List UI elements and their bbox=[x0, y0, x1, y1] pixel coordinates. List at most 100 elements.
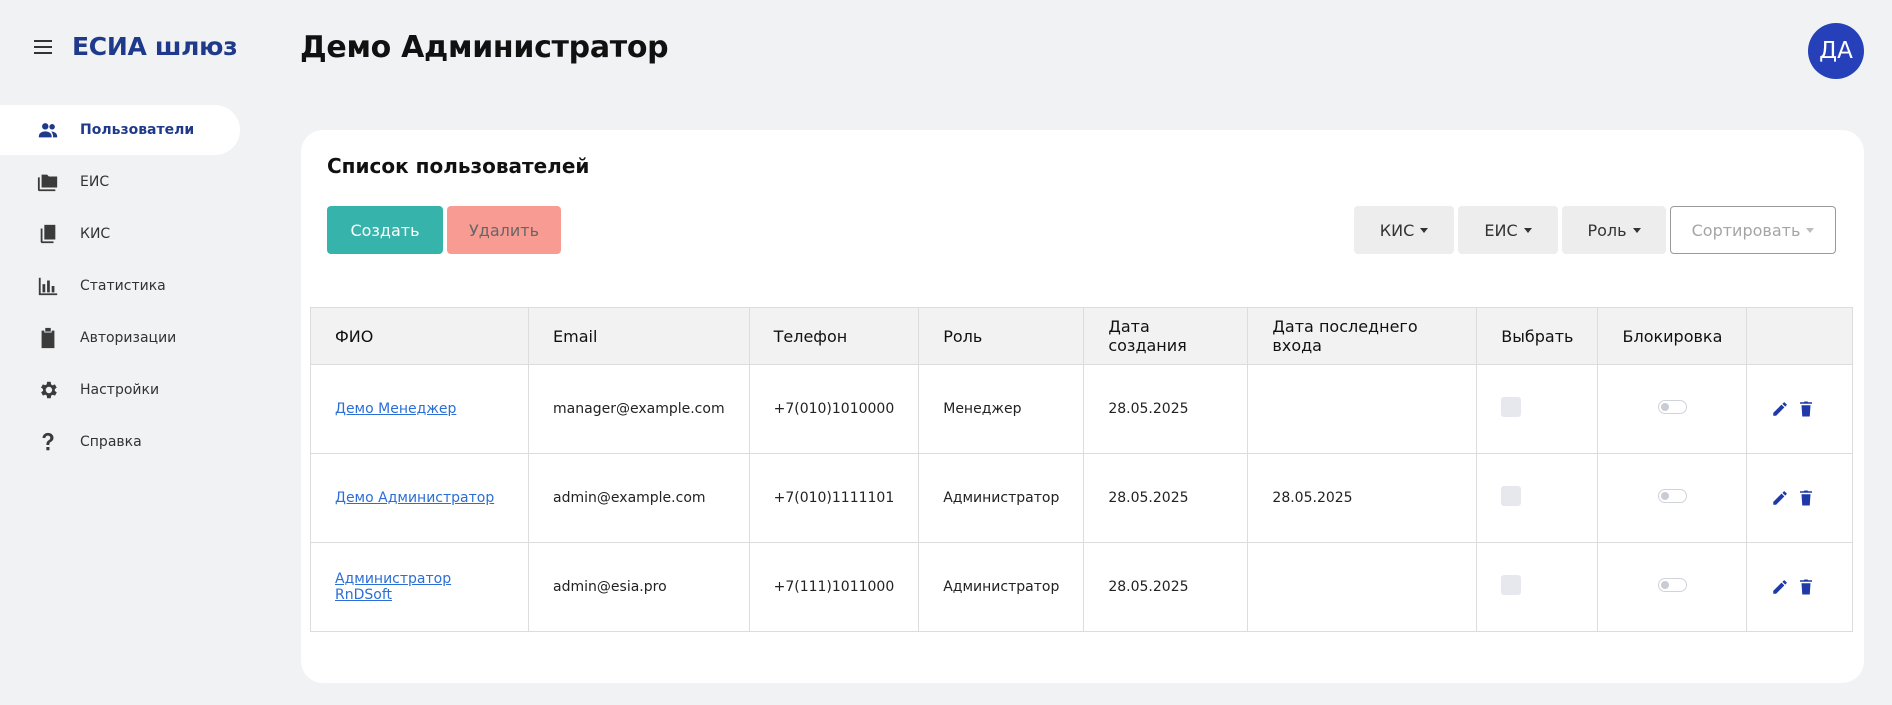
card-title: Список пользователей bbox=[327, 154, 590, 178]
sidebar-nav: Пользователи ЕИС КИС Статистика Авториза… bbox=[0, 105, 240, 469]
cell-block bbox=[1597, 364, 1748, 454]
sidebar-item-authorizations[interactable]: Авторизации bbox=[0, 313, 240, 363]
eis-filter-label: ЕИС bbox=[1484, 220, 1518, 240]
trash-icon[interactable] bbox=[1797, 578, 1815, 596]
column-header-email[interactable]: Email bbox=[528, 307, 750, 365]
sidebar-item-kis[interactable]: КИС bbox=[0, 209, 240, 259]
user-name-link[interactable]: Администратор RnDSoft bbox=[335, 571, 451, 603]
sidebar: ЕСИА шлюз Пользователи ЕИС КИС Статистик… bbox=[0, 0, 250, 705]
copy-icon bbox=[36, 222, 60, 246]
role-filter-dropdown[interactable]: Роль bbox=[1562, 206, 1666, 254]
select-checkbox[interactable] bbox=[1501, 486, 1522, 506]
column-header-phone[interactable]: Телефон bbox=[748, 307, 920, 365]
column-header-block: Блокировка bbox=[1597, 307, 1748, 365]
app-title: ЕСИА шлюз bbox=[72, 32, 238, 61]
column-header-role[interactable]: Роль bbox=[918, 307, 1085, 365]
sidebar-item-label: Настройки bbox=[80, 382, 160, 398]
cell-select bbox=[1476, 364, 1599, 454]
trash-icon[interactable] bbox=[1797, 489, 1815, 507]
kis-filter-dropdown[interactable]: КИС bbox=[1354, 206, 1454, 254]
edit-icon[interactable] bbox=[1771, 489, 1789, 507]
create-button[interactable]: Создать bbox=[327, 206, 443, 254]
column-header-name[interactable]: ФИО bbox=[309, 307, 530, 365]
cell-actions bbox=[1746, 453, 1853, 543]
column-header-actions bbox=[1746, 307, 1853, 365]
block-toggle[interactable] bbox=[1657, 578, 1687, 592]
column-header-created[interactable]: Дата создания bbox=[1083, 307, 1249, 365]
sidebar-item-label: Статистика bbox=[80, 278, 166, 294]
user-name-link[interactable]: Демо Администратор bbox=[335, 490, 494, 506]
sort-label: Сортировать bbox=[1691, 220, 1801, 240]
sidebar-item-label: Справка bbox=[80, 434, 142, 450]
cell-created: 28.05.2025 bbox=[1083, 542, 1249, 632]
cell-phone: +7(010)1111101 bbox=[748, 453, 920, 543]
question-icon bbox=[36, 430, 60, 454]
edit-icon[interactable] bbox=[1771, 400, 1789, 418]
cell-select bbox=[1476, 453, 1599, 543]
users-table: ФИО Email Телефон Роль Дата создания Дат… bbox=[309, 307, 1853, 632]
sidebar-item-statistics[interactable]: Статистика bbox=[0, 261, 240, 311]
select-checkbox[interactable] bbox=[1501, 575, 1522, 595]
chevron-down-icon bbox=[1806, 227, 1815, 233]
cell-email: manager@example.com bbox=[528, 364, 750, 454]
users-card: Список пользователей Создать Удалить КИС… bbox=[301, 130, 1864, 683]
cell-name: Администратор RnDSoft bbox=[309, 542, 530, 632]
select-checkbox[interactable] bbox=[1501, 397, 1522, 417]
user-name-link[interactable]: Демо Менеджер bbox=[335, 401, 456, 417]
cell-created: 28.05.2025 bbox=[1083, 453, 1249, 543]
kis-filter-label: КИС bbox=[1379, 220, 1415, 240]
trash-icon[interactable] bbox=[1797, 400, 1815, 418]
table-row: Администратор RnDSoft admin@esia.pro +7(… bbox=[309, 542, 1853, 632]
cell-phone: +7(010)1010000 bbox=[748, 364, 920, 454]
cell-email: admin@example.com bbox=[528, 453, 750, 543]
bar-chart-icon bbox=[36, 274, 60, 298]
badge-icon bbox=[36, 326, 60, 350]
cell-block bbox=[1597, 542, 1748, 632]
folders-icon bbox=[36, 170, 60, 194]
cell-phone: +7(111)1011000 bbox=[748, 542, 920, 632]
cell-role: Администратор bbox=[918, 453, 1085, 543]
table-row: Демо Менеджер manager@example.com +7(010… bbox=[309, 364, 1853, 454]
eis-filter-dropdown[interactable]: ЕИС bbox=[1458, 206, 1558, 254]
cell-created: 28.05.2025 bbox=[1083, 364, 1249, 454]
cell-actions bbox=[1746, 542, 1853, 632]
block-toggle[interactable] bbox=[1657, 489, 1687, 503]
chevron-down-icon bbox=[1632, 227, 1641, 233]
table-header-row: ФИО Email Телефон Роль Дата создания Дат… bbox=[309, 307, 1853, 365]
chevron-down-icon bbox=[1420, 227, 1429, 233]
edit-icon[interactable] bbox=[1771, 578, 1789, 596]
sidebar-item-eis[interactable]: ЕИС bbox=[0, 157, 240, 207]
sidebar-item-label: Авторизации bbox=[80, 330, 177, 346]
cell-actions bbox=[1746, 364, 1853, 454]
sort-dropdown[interactable]: Сортировать bbox=[1670, 206, 1836, 254]
sidebar-item-label: ЕИС bbox=[80, 174, 110, 190]
cell-last-login: 28.05.2025 bbox=[1247, 453, 1478, 543]
sidebar-item-users[interactable]: Пользователи bbox=[0, 105, 240, 155]
sidebar-item-label: Пользователи bbox=[80, 122, 195, 138]
table-row: Демо Администратор admin@example.com +7(… bbox=[309, 453, 1853, 543]
cell-role: Менеджер bbox=[918, 364, 1085, 454]
cell-last-login bbox=[1247, 542, 1478, 632]
brand: ЕСИА шлюз bbox=[34, 32, 238, 61]
cell-last-login bbox=[1247, 364, 1478, 454]
role-filter-label: Роль bbox=[1587, 220, 1627, 240]
cell-email: admin@esia.pro bbox=[528, 542, 750, 632]
page-title: Демо Администратор bbox=[300, 30, 669, 65]
menu-icon[interactable] bbox=[34, 39, 52, 54]
cell-block bbox=[1597, 453, 1748, 543]
column-header-last-login[interactable]: Дата последнего входа bbox=[1247, 307, 1478, 365]
gear-icon bbox=[36, 378, 60, 402]
delete-button[interactable]: Удалить bbox=[447, 206, 561, 254]
cell-select bbox=[1476, 542, 1599, 632]
users-icon bbox=[36, 118, 60, 142]
sidebar-item-label: КИС bbox=[80, 226, 111, 242]
sidebar-item-help[interactable]: Справка bbox=[0, 417, 240, 467]
cell-name: Демо Менеджер bbox=[309, 364, 530, 454]
block-toggle[interactable] bbox=[1657, 400, 1687, 414]
sidebar-item-settings[interactable]: Настройки bbox=[0, 365, 240, 415]
column-header-select: Выбрать bbox=[1476, 307, 1599, 365]
cell-name: Демо Администратор bbox=[309, 453, 530, 543]
avatar[interactable]: ДА bbox=[1808, 23, 1864, 79]
chevron-down-icon bbox=[1523, 227, 1532, 233]
cell-role: Администратор bbox=[918, 542, 1085, 632]
